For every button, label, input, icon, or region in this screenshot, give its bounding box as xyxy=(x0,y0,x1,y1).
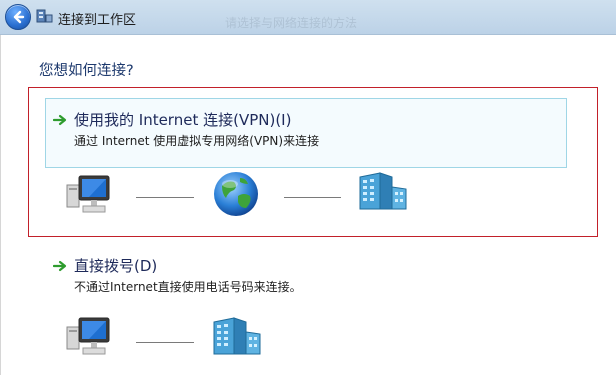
background-ghost-text: 请选择与网络连接的方法 xyxy=(225,16,358,30)
title-bar: 请选择与网络连接的方法 连接到工作区 xyxy=(0,0,616,35)
globe-icon xyxy=(214,172,258,216)
window-title: 连接到工作区 xyxy=(58,13,137,28)
computer-icon xyxy=(66,317,110,355)
connection-line xyxy=(284,197,341,198)
green-arrow-icon xyxy=(53,260,67,272)
workplace-network-icon xyxy=(36,9,53,23)
back-button[interactable] xyxy=(5,4,31,30)
server-building-icon xyxy=(213,317,261,355)
connection-line xyxy=(136,342,194,343)
option-dialup-title[interactable]: 直接拨号(D) xyxy=(74,255,157,276)
computer-icon xyxy=(66,175,110,213)
option-vpn-title[interactable]: 使用我的 Internet 连接(VPN)(I) xyxy=(74,109,291,130)
green-arrow-icon xyxy=(53,114,67,126)
page-question: 您想如何连接? xyxy=(39,63,134,79)
option-vpn-description: 通过 Internet 使用虚拟专用网络(VPN)来连接 xyxy=(74,134,320,148)
wizard-content: 您想如何连接? 使用我的 Internet 连接(VPN)(I) 通过 Inte… xyxy=(0,35,616,375)
option-dialup-description: 不通过Internet直接使用电话号码来连接。 xyxy=(74,280,302,294)
back-arrow-icon xyxy=(13,10,25,24)
server-building-icon xyxy=(359,172,407,210)
connection-line xyxy=(136,197,194,198)
